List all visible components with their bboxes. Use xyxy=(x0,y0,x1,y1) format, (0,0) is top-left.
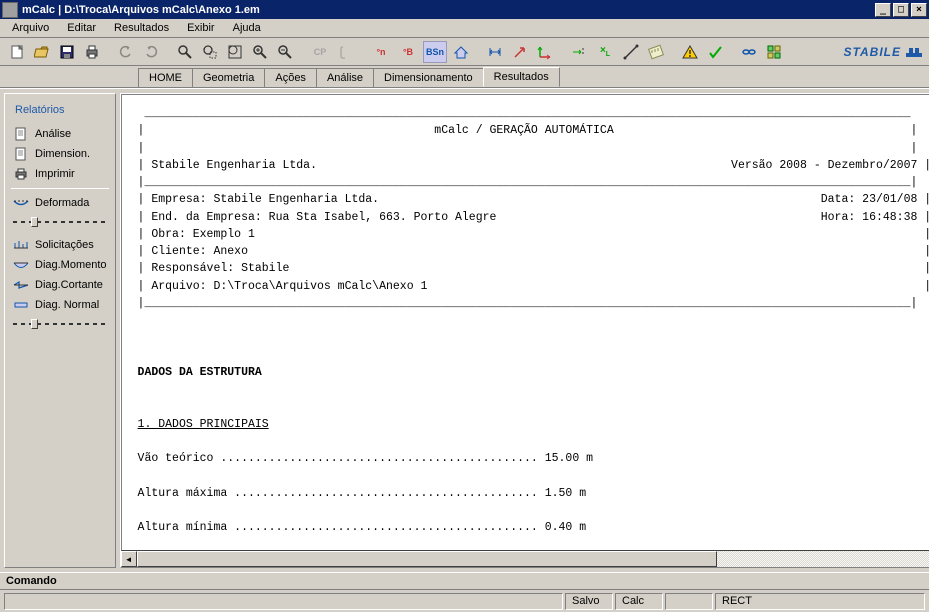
printer-icon xyxy=(13,167,29,181)
status-cell-salvo: Salvo xyxy=(565,593,613,610)
sidebar-item-diag-cortante[interactable]: Diag.Cortante xyxy=(9,275,111,295)
sidebar-item-label: Deformada xyxy=(35,197,89,209)
brand-icon xyxy=(905,46,923,58)
axis-icon[interactable] xyxy=(534,41,556,63)
node-n-icon[interactable]: °n xyxy=(369,41,393,63)
sidebar-item-analise[interactable]: Análise xyxy=(9,124,111,144)
zoom-in-icon[interactable] xyxy=(249,41,271,63)
ruler-icon[interactable] xyxy=(645,41,667,63)
sidebar-item-label: Solicitações xyxy=(35,239,94,251)
zoom-out-icon[interactable] xyxy=(274,41,296,63)
cp-icon[interactable]: CP xyxy=(308,41,332,63)
save-icon[interactable] xyxy=(56,41,78,63)
report-view: ________________________________________… xyxy=(122,95,929,550)
menu-ajuda[interactable]: Ajuda xyxy=(225,20,269,36)
measure-icon[interactable] xyxy=(620,41,642,63)
minimize-button[interactable]: _ xyxy=(875,3,891,17)
sidebar-item-label: Diag.Momento xyxy=(35,259,107,271)
menu-bar: Arquivo Editar Resultados Exibir Ajuda xyxy=(0,19,929,38)
bsn-icon[interactable]: BSn xyxy=(423,41,447,63)
doc-icon xyxy=(13,147,29,161)
status-cell-empty xyxy=(665,593,713,610)
menu-arquivo[interactable]: Arquivo xyxy=(4,20,57,36)
command-bar[interactable]: Comando xyxy=(0,572,929,590)
normal-icon xyxy=(13,298,29,312)
distance-icon[interactable] xyxy=(484,41,506,63)
toolbar: CP °n °B BSn ×L STABILE xyxy=(0,38,929,66)
undo-icon[interactable] xyxy=(115,41,137,63)
doc-icon xyxy=(13,127,29,141)
cortante-icon xyxy=(13,278,29,292)
scroll-thumb-h[interactable] xyxy=(137,551,717,567)
sidebar-item-deformada[interactable]: Deformada xyxy=(9,193,111,213)
horizontal-scrollbar[interactable]: ◄ ► xyxy=(121,551,929,567)
new-icon[interactable] xyxy=(6,41,28,63)
deformada-icon xyxy=(13,196,29,210)
zoom-icon[interactable] xyxy=(174,41,196,63)
app-icon xyxy=(2,2,18,18)
print-icon[interactable] xyxy=(81,41,103,63)
tab-geometria[interactable]: Geometria xyxy=(192,68,265,87)
command-label: Comando xyxy=(6,575,57,587)
slider-deformada[interactable] xyxy=(13,215,107,229)
tab-dimensionamento[interactable]: Dimensionamento xyxy=(373,68,484,87)
sidebar-item-label: Análise xyxy=(35,128,71,140)
sidebar-item-label: Imprimir xyxy=(35,168,75,180)
menu-resultados[interactable]: Resultados xyxy=(106,20,177,36)
zoom-window-icon[interactable] xyxy=(199,41,221,63)
momento-icon xyxy=(13,258,29,272)
sidebar-item-label: Diag.Cortante xyxy=(35,279,103,291)
scroll-left-icon[interactable]: ◄ xyxy=(121,551,137,567)
sidebar-heading: Relatórios xyxy=(9,100,111,124)
content-area: ________________________________________… xyxy=(120,93,929,568)
status-cell-rect: RECT xyxy=(715,593,925,610)
status-cell-calc: Calc xyxy=(615,593,663,610)
close-button[interactable]: × xyxy=(911,3,927,17)
open-icon[interactable] xyxy=(31,41,53,63)
sidebar-item-diag-momento[interactable]: Diag.Momento xyxy=(9,255,111,275)
title-bar: mCalc | D:\Troca\Arquivos mCalc\Anexo 1.… xyxy=(0,0,929,19)
sidebar-item-diag-normal[interactable]: Diag. Normal xyxy=(9,295,111,315)
sidebar: Relatórios Análise Dimension. Imprimir D… xyxy=(4,93,116,568)
sidebar-item-solicitacoes[interactable]: Solicitações xyxy=(9,235,111,255)
bar-b-icon[interactable]: °B xyxy=(396,41,420,63)
sidebar-item-imprimir[interactable]: Imprimir xyxy=(9,164,111,184)
window-title: mCalc | D:\Troca\Arquivos mCalc\Anexo 1.… xyxy=(22,4,873,16)
status-cell-main xyxy=(4,593,563,610)
grid-icon[interactable] xyxy=(763,41,785,63)
brand-label: STABILE xyxy=(844,45,923,59)
maximize-button[interactable]: □ xyxy=(893,3,909,17)
sidebar-item-label: Diag. Normal xyxy=(35,299,99,311)
menu-editar[interactable]: Editar xyxy=(59,20,104,36)
house-icon[interactable] xyxy=(450,41,472,63)
move-arrow-icon[interactable] xyxy=(509,41,531,63)
menu-exibir[interactable]: Exibir xyxy=(179,20,223,36)
zoom-all-icon[interactable] xyxy=(224,41,246,63)
xl-icon[interactable]: ×L xyxy=(593,41,617,63)
sidebar-item-dimension[interactable]: Dimension. xyxy=(9,144,111,164)
clip-icon[interactable] xyxy=(335,41,357,63)
tab-analise[interactable]: Análise xyxy=(316,68,374,87)
warning-icon[interactable] xyxy=(679,41,701,63)
tab-strip: HOME Geometria Ações Análise Dimensionam… xyxy=(0,66,929,88)
solicitacoes-icon xyxy=(13,238,29,252)
sidebar-item-label: Dimension. xyxy=(35,148,90,160)
workspace: Relatórios Análise Dimension. Imprimir D… xyxy=(0,88,929,572)
tab-acoes[interactable]: Ações xyxy=(264,68,317,87)
check-icon[interactable] xyxy=(704,41,726,63)
status-bar: Salvo Calc RECT xyxy=(0,590,929,612)
transfer-icon[interactable] xyxy=(568,41,590,63)
link-icon[interactable] xyxy=(738,41,760,63)
slider-diagrams[interactable] xyxy=(13,317,107,331)
tab-resultados[interactable]: Resultados xyxy=(483,67,560,87)
tab-home[interactable]: HOME xyxy=(138,68,193,87)
redo-icon[interactable] xyxy=(140,41,162,63)
